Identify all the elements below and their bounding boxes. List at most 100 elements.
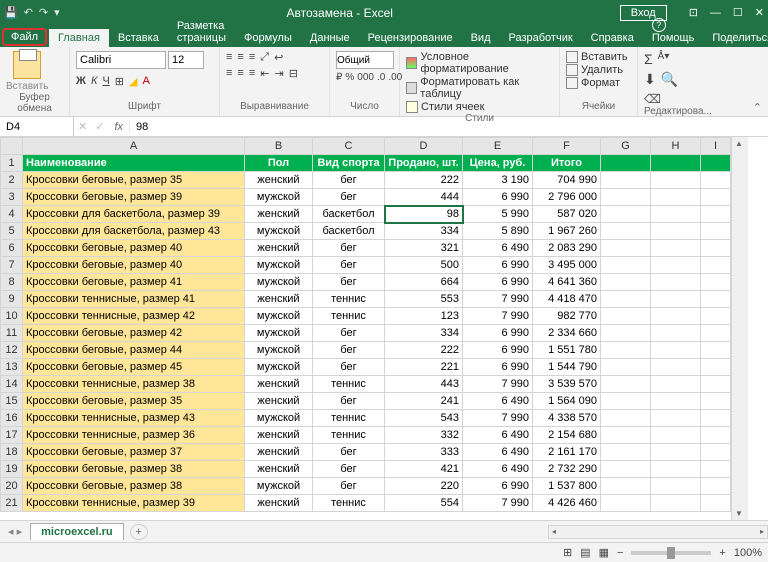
cell[interactable]: 2 154 680 — [533, 427, 601, 444]
cell[interactable] — [601, 427, 651, 444]
cell[interactable] — [601, 240, 651, 257]
cell[interactable] — [601, 206, 651, 223]
cell[interactable]: 3 495 000 — [533, 257, 601, 274]
col-header-B[interactable]: B — [245, 138, 313, 155]
cell[interactable]: Кроссовки теннисные, размер 43 — [23, 410, 245, 427]
cell[interactable]: 332 — [385, 427, 463, 444]
cell[interactable] — [601, 155, 651, 172]
cell[interactable]: Кроссовки беговые, размер 35 — [23, 393, 245, 410]
cell[interactable]: 543 — [385, 410, 463, 427]
cell[interactable]: 6 990 — [463, 325, 533, 342]
cell[interactable]: Кроссовки беговые, размер 38 — [23, 461, 245, 478]
add-sheet-button[interactable]: + — [130, 524, 148, 540]
cell[interactable] — [701, 155, 731, 172]
row-header[interactable]: 6 — [1, 240, 23, 257]
cell[interactable]: женский — [245, 172, 313, 189]
cell[interactable]: 421 — [385, 461, 463, 478]
tab-file[interactable]: Файл — [2, 28, 47, 46]
row-header[interactable]: 4 — [1, 206, 23, 223]
tab-developer[interactable]: Разработчик — [500, 29, 582, 47]
cond-format-button[interactable]: Условное форматирование — [406, 51, 553, 75]
cell[interactable]: 6 490 — [463, 240, 533, 257]
cell[interactable]: 982 770 — [533, 308, 601, 325]
cell[interactable]: 334 — [385, 325, 463, 342]
align-bottom-button[interactable]: ≡ — [249, 51, 255, 64]
cell[interactable] — [701, 274, 731, 291]
fx-button[interactable]: fx — [108, 121, 130, 133]
cell[interactable]: 500 — [385, 257, 463, 274]
cell[interactable]: бег — [313, 172, 385, 189]
cell[interactable]: 241 — [385, 393, 463, 410]
cell[interactable]: женский — [245, 376, 313, 393]
cell[interactable]: Кроссовки теннисные, размер 38 — [23, 376, 245, 393]
cell[interactable] — [651, 478, 701, 495]
cell[interactable]: 2 334 660 — [533, 325, 601, 342]
cell[interactable] — [651, 240, 701, 257]
cell[interactable] — [701, 376, 731, 393]
cell[interactable] — [651, 325, 701, 342]
cell[interactable] — [651, 461, 701, 478]
row-header[interactable]: 5 — [1, 223, 23, 240]
cell[interactable]: 6 490 — [463, 427, 533, 444]
font-size-input[interactable] — [168, 51, 204, 69]
cell[interactable]: 334 — [385, 223, 463, 240]
row-header[interactable]: 10 — [1, 308, 23, 325]
sort-button[interactable]: Å▾ — [658, 51, 670, 67]
indent-inc-button[interactable]: ⇥ — [274, 67, 283, 80]
cell[interactable]: баскетбол — [313, 206, 385, 223]
cell[interactable] — [651, 359, 701, 376]
view-layout-icon[interactable]: ▤ — [580, 546, 590, 559]
cell[interactable]: бег — [313, 393, 385, 410]
collapse-ribbon-icon[interactable]: ⌃ — [753, 101, 762, 114]
col-header-H[interactable]: H — [651, 138, 701, 155]
cell[interactable]: Кроссовки теннисные, размер 42 — [23, 308, 245, 325]
cell[interactable]: 6 990 — [463, 257, 533, 274]
align-middle-button[interactable]: ≡ — [237, 51, 243, 64]
cell[interactable] — [601, 291, 651, 308]
cell[interactable]: Кроссовки теннисные, размер 41 — [23, 291, 245, 308]
cell[interactable]: 2 083 290 — [533, 240, 601, 257]
tab-formulas[interactable]: Формулы — [235, 29, 301, 47]
cell[interactable] — [701, 427, 731, 444]
horizontal-scrollbar[interactable]: ◂▸ — [548, 525, 768, 539]
cell[interactable]: 6 990 — [463, 274, 533, 291]
cell[interactable]: 4 418 470 — [533, 291, 601, 308]
cell[interactable] — [651, 223, 701, 240]
col-header-I[interactable]: I — [701, 138, 731, 155]
cell[interactable]: женский — [245, 291, 313, 308]
cell[interactable] — [601, 376, 651, 393]
cell[interactable]: 6 990 — [463, 359, 533, 376]
cell[interactable] — [651, 410, 701, 427]
row-header[interactable]: 3 — [1, 189, 23, 206]
cell[interactable]: женский — [245, 444, 313, 461]
cell[interactable] — [651, 427, 701, 444]
cell[interactable] — [701, 410, 731, 427]
cell[interactable]: 1 537 800 — [533, 478, 601, 495]
cell[interactable]: 553 — [385, 291, 463, 308]
autosum-button[interactable]: Σ — [644, 51, 653, 67]
cell[interactable] — [701, 444, 731, 461]
cell[interactable]: 7 990 — [463, 291, 533, 308]
cell[interactable]: теннис — [313, 291, 385, 308]
cell[interactable]: женский — [245, 461, 313, 478]
paste-button[interactable]: Вставить — [6, 51, 48, 92]
cell[interactable]: женский — [245, 206, 313, 223]
tell-me[interactable]: Помощь — [643, 15, 704, 47]
cell[interactable] — [601, 444, 651, 461]
align-left-button[interactable]: ≡ — [226, 67, 232, 80]
insert-cells-button[interactable]: Вставить — [566, 51, 628, 63]
cell[interactable] — [601, 478, 651, 495]
cell[interactable]: бег — [313, 240, 385, 257]
cell[interactable]: 1 564 090 — [533, 393, 601, 410]
cell[interactable] — [651, 189, 701, 206]
cell[interactable] — [601, 223, 651, 240]
cell[interactable] — [651, 308, 701, 325]
cell[interactable] — [651, 444, 701, 461]
cell[interactable]: теннис — [313, 376, 385, 393]
cell[interactable]: 7 990 — [463, 495, 533, 512]
view-normal-icon[interactable]: ⊞ — [563, 546, 572, 559]
format-as-table-button[interactable]: Форматировать как таблицу — [406, 76, 553, 100]
cell-styles-button[interactable]: Стили ячеек — [406, 101, 484, 113]
zoom-slider[interactable] — [631, 551, 711, 555]
row-header[interactable]: 15 — [1, 393, 23, 410]
